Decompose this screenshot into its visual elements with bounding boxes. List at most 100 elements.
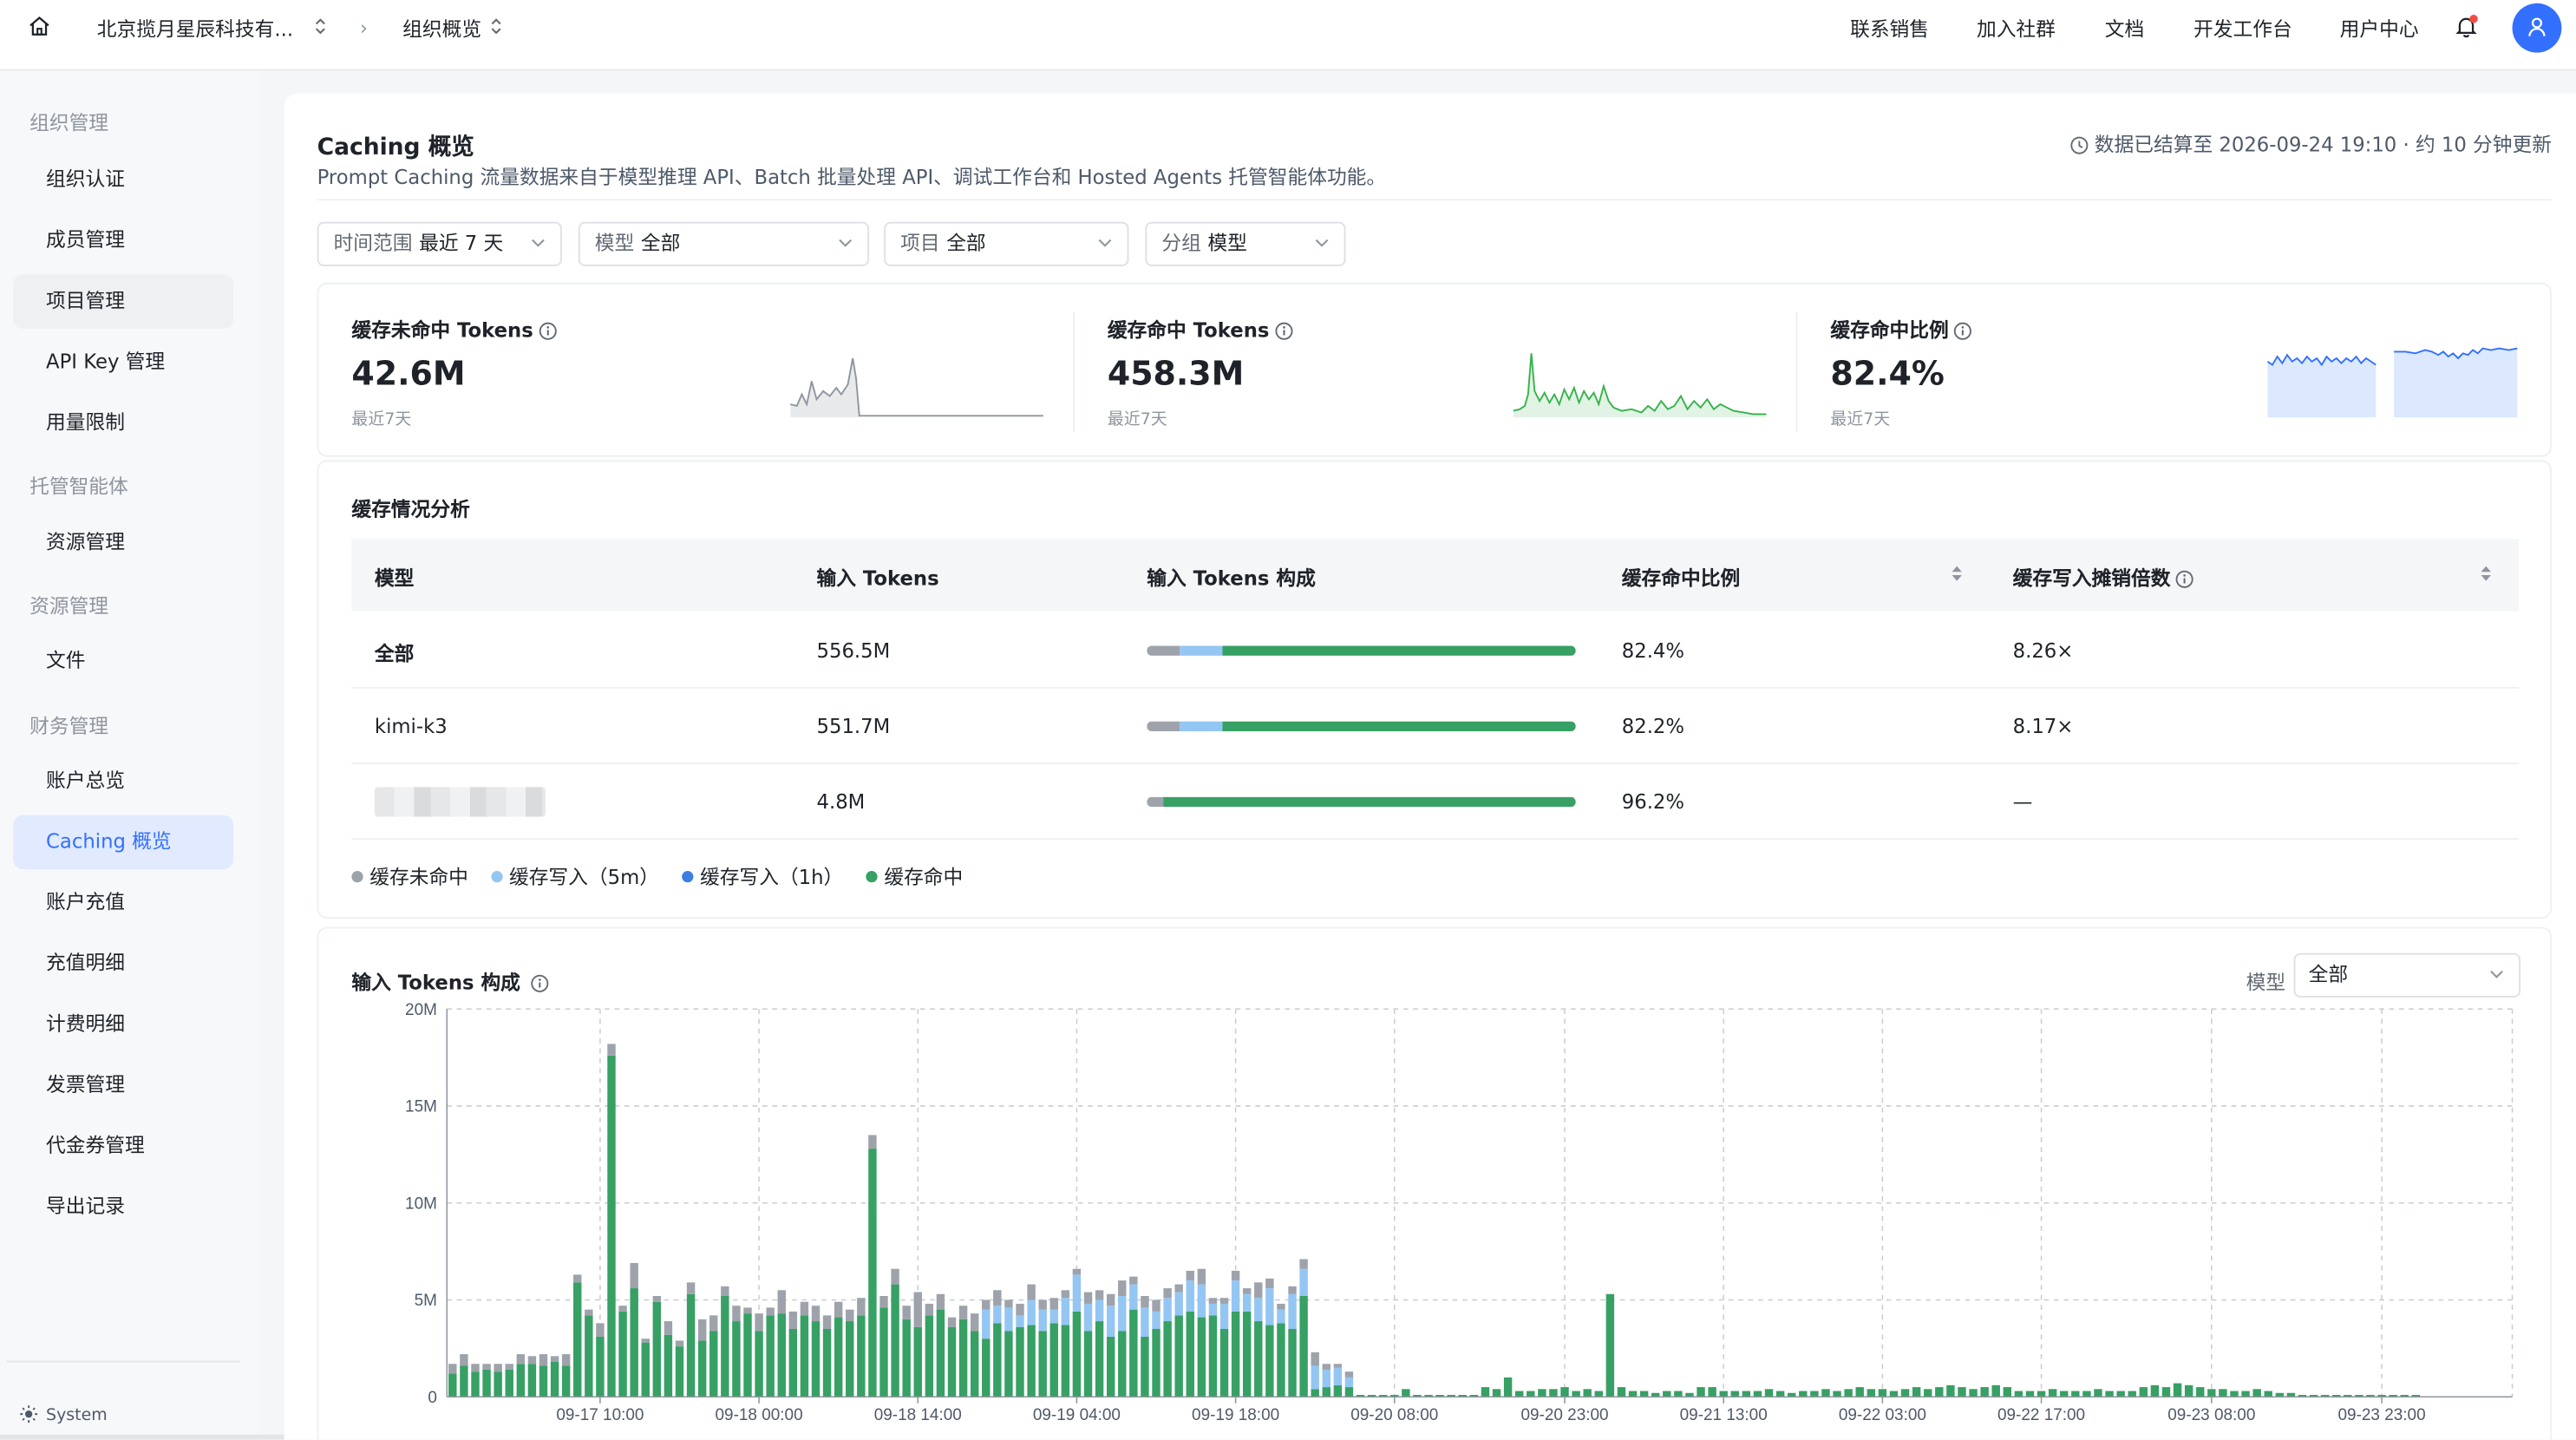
filter-project[interactable]: 项目 全部 [884,221,1129,266]
bar-segment [1004,1331,1013,1397]
bar-segment [1152,1299,1161,1312]
nav-join-community[interactable]: 加入社群 [1977,15,2056,43]
filter-label: 分组 [1161,232,1201,255]
bar-segment [1935,1387,1944,1397]
cell-multiplier: — [2012,790,2033,814]
sidebar-item-api-keys[interactable]: API Key 管理 [13,335,233,389]
system-theme-toggle[interactable]: System [20,1405,108,1425]
sidebar-item-billing-details[interactable]: 计费明细 [13,998,233,1052]
sidebar-item-files[interactable]: 文件 [13,634,233,689]
bar-segment [2048,1389,2057,1397]
bar-segment [573,1274,582,1283]
bar-segment [1912,1387,1921,1397]
info-icon[interactable] [2175,570,2194,588]
bar-segment [1083,1303,1093,1332]
filter-group-by[interactable]: 分组 模型 [1145,221,1346,266]
nav-dev-console[interactable]: 开发工作台 [2194,15,2292,43]
composition-segment [1147,645,1180,656]
sidebar-item-invoices[interactable]: 发票管理 [13,1058,233,1113]
bar-segment [1946,1384,1955,1397]
filter-time-range[interactable]: 时间范围 最近 7 天 [317,221,562,266]
bar-segment [1004,1307,1013,1332]
x-tick-label: 09-23 08:00 [2167,1406,2255,1424]
nav-contact-sales[interactable]: 联系销售 [1850,15,1929,43]
bar-segment [1855,1387,1864,1397]
sidebar-item-usage-limits[interactable]: 用量限制 [13,396,233,451]
info-icon[interactable] [538,322,556,340]
filter-label: 模型 [594,232,635,255]
bar-segment [482,1369,491,1397]
sidebar-item-account-overview[interactable]: 账户总览 [13,755,233,809]
clock-icon [2069,136,2088,154]
system-label: System [46,1406,108,1425]
bar-segment [1219,1298,1229,1304]
avatar[interactable] [2512,3,2562,53]
bar-segment [1583,1389,1592,1397]
nav-docs[interactable]: 文档 [2105,15,2144,43]
bar-segment [743,1307,752,1314]
col-write-multiplier[interactable]: 缓存写入摊销倍数 [2013,564,2194,592]
info-icon[interactable] [1274,322,1292,340]
bar-segment [1299,1268,1308,1296]
chevron-down-icon [532,239,545,247]
sidebar-item-exports[interactable]: 导出记录 [13,1180,233,1234]
user-icon [2528,17,2546,36]
bar-segment [2003,1387,2012,1397]
sort-icon[interactable] [1951,564,1964,584]
col-hit-ratio[interactable]: 缓存命中比例 [1622,564,1740,592]
composition-segment [1163,796,1576,808]
x-tick-label: 09-23 23:00 [2338,1406,2426,1424]
sidebar-item-recharge[interactable]: 账户充值 [13,876,233,931]
sidebar-item-caching-overview[interactable]: Caching 概览 [13,815,234,870]
kpi-label-text: 缓存未命中 Tokens [351,318,533,343]
composition-bar [1147,721,1576,732]
bar-segment [1106,1336,1115,1397]
info-icon[interactable] [1953,322,1971,340]
top-bar: 北京揽月星辰科技有... › 组织概览 联系销售 加入社群 文档 开发工作台 用… [0,0,2576,71]
bar-segment [1265,1325,1274,1397]
sidebar-item-projects[interactable]: 项目管理 [13,274,234,329]
bar-segment [1277,1309,1285,1324]
bar-segment [1764,1389,1774,1397]
chevron-updown-icon[interactable] [314,16,327,36]
sort-icon[interactable] [2480,564,2493,584]
bar-segment [1231,1270,1240,1281]
bar-segment [2071,1391,2080,1397]
home-icon[interactable] [28,15,51,38]
sidebar-item-vouchers[interactable]: 代金券管理 [13,1119,233,1174]
x-tick-label: 09-22 03:00 [1839,1406,1926,1424]
sidebar-divider [6,1360,240,1363]
bar-segment [947,1317,957,1327]
bar-segment [958,1319,968,1397]
bar-segment [2184,1384,2194,1397]
page-switcher[interactable]: 组织概览 [402,15,481,43]
sidebar-group-finance: 财务管理 [29,715,109,738]
x-tick-label: 09-20 08:00 [1350,1406,1438,1424]
sidebar-item-recharge-details[interactable]: 充值明细 [13,937,233,992]
bar-segment [1742,1391,1751,1397]
chevron-updown-icon[interactable] [490,16,503,36]
kpi-ratio-period: 最近7天 [1830,410,1891,429]
cell-model: 全部 [374,642,415,666]
bar-segment [2139,1387,2148,1397]
bar-segment [1231,1311,1240,1397]
filter-model[interactable]: 模型 全部 [578,221,870,266]
bar-segment [846,1309,854,1322]
nav-user-center[interactable]: 用户中心 [2340,15,2419,43]
bar-segment [834,1301,843,1318]
legend-dot [491,871,503,883]
org-switcher[interactable]: 北京揽月星辰科技有... [97,15,293,43]
bar-segment [1152,1329,1161,1397]
kpi-divider [1795,311,1798,433]
bar-segment [1038,1331,1047,1397]
sidebar-item-org-verify[interactable]: 组织认证 [13,153,233,207]
bar-segment [1878,1389,1887,1397]
sidebar-item-members[interactable]: 成员管理 [13,213,233,268]
bar-segment [822,1329,832,1397]
bar-segment [982,1339,991,1397]
bar-segment [811,1306,821,1322]
sidebar-item-agent-resources[interactable]: 资源管理 [13,516,233,571]
cell-tokens: 551.7M [816,715,891,738]
bar-segment [596,1336,605,1397]
bar-segment [1016,1315,1024,1327]
